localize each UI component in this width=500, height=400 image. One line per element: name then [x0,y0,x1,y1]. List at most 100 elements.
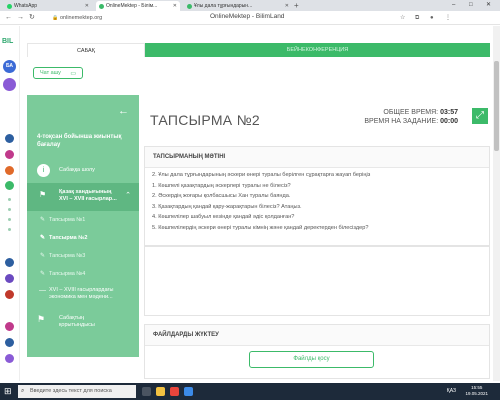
rail-dot [8,228,11,231]
scrollbar-thumb[interactable] [494,61,499,151]
sidebar-item-summary[interactable]: ⚑ Сабақтың қорытындысы [27,311,139,335]
course-icon[interactable] [5,338,14,347]
extensions-icon[interactable]: ⧉ [415,13,419,23]
clock[interactable]: 15:55 19.05.2021 [465,385,488,397]
task-time-value: 00:00 [440,118,458,125]
chat-icon: ▭ [70,71,76,77]
course-icon[interactable] [5,322,14,331]
edit-icon: ✎ [40,217,46,223]
tab-lesson[interactable]: САБАҚ [27,43,145,57]
back-arrow-icon[interactable]: ← [118,105,129,117]
course-icon[interactable] [5,274,14,283]
subitem-label: Тапсырма №1 [49,217,86,223]
profile-icon[interactable]: ● [430,13,434,23]
sidebar-item-label: Қазақ хандығының XVI – XVII ғасырлар... [59,189,117,202]
windows-start-icon[interactable]: ⊞ [4,387,12,396]
windows-taskbar: ⊞ ⌕ Введите здесь текст для поиска ҚАЗ 1… [0,383,500,400]
course-icon[interactable] [5,290,14,299]
bilimland-logo: BIL [2,38,14,45]
browser-tab-task[interactable]: Ұлы дала тұрғындарын... ✕ [184,1,292,11]
page-title: ТАПСЫРМА №2 [150,112,261,128]
sidebar-item-kazakh-khanate[interactable]: ⚑ Қазақ хандығының XVI – XVII ғасырлар..… [27,183,139,211]
tab-title: OnlineMektep - Білім... [106,3,158,9]
close-tab-icon[interactable]: ✕ [173,1,177,11]
close-tab-icon[interactable]: ✕ [85,1,89,11]
sidebar-subitem-task3[interactable]: ✎ Тапсырма №3 [27,247,139,265]
expand-icon: ⤢ [476,110,484,121]
app-icon[interactable] [3,78,16,91]
new-tab-button[interactable]: + [294,0,299,11]
back-arrow-icon[interactable]: ← [5,13,12,23]
minimize-button[interactable]: – [452,0,455,11]
sidebar-item-label: XVI – XVIII ғасырлардағы экономика мен м… [49,287,114,300]
course-icon-active[interactable] [5,181,14,190]
task-time-label: ВРЕМЯ НА ЗАДАНИЕ: [364,118,439,125]
course-icon[interactable] [5,354,14,363]
app-icon[interactable] [184,387,193,396]
task-line: 1. Көшпелі қазақтардың әскерлері туралы … [152,182,291,189]
edit-icon: ✎ [40,271,46,277]
sidebar-subitem-task2[interactable]: ✎ Тапсырма №2 [27,229,139,247]
course-icon[interactable] [5,258,14,267]
chevron-up-icon[interactable]: ⌃ [125,192,131,199]
rail-dot [8,198,11,201]
task-line: 5. Көшпелілердің әскери өнері туралы кім… [152,224,369,231]
lesson-sidebar: ← 4-тоқсан бойынша жиынтық бағалау i Саб… [27,95,139,357]
menu-icon[interactable]: ⋮ [445,13,451,23]
rail-dot [8,208,11,211]
subitem-label: Тапсырма №2 [49,235,88,241]
sidebar-item-label: Сабаққа шолу [59,167,95,173]
star-icon[interactable]: ☆ [400,13,405,23]
chrome-icon[interactable] [170,387,179,396]
course-icon[interactable] [5,134,14,143]
search-icon: ⌕ [21,388,25,394]
task-view-icon[interactable] [142,387,151,396]
total-time-label: ОБЩЕЕ ВРЕМЯ: [383,109,439,116]
forward-arrow-icon[interactable]: → [17,13,24,23]
flag-icon: ⚑ [39,190,47,199]
task-line: 4. Көшпелілер шабуыл кезінде қандай әдіс… [152,214,295,220]
course-icon[interactable] [5,150,14,159]
add-file-button[interactable]: Файлды қосу [249,351,374,368]
taskbar-search-input[interactable]: ⌕ Введите здесь текст для поиска [18,385,136,398]
rail-dot [8,218,11,221]
open-chat-button[interactable]: Чат ашу ▭ [33,67,83,79]
reload-icon[interactable]: ↻ [29,13,35,23]
sidebar-item-economy-culture[interactable]: — XVI – XVIII ғасырлардағы экономика мен… [27,285,139,309]
user-avatar[interactable]: БА [3,60,16,73]
lock-icon: 🔒 [52,15,59,21]
sidebar-subitem-task4[interactable]: ✎ Тапсырма №4 [27,265,139,283]
page-scrollbar[interactable] [493,26,500,381]
total-time-value: 03:57 [440,109,458,116]
subitem-label: Тапсырма №3 [49,253,86,259]
page-title-bar: OnlineMektep - BilimLand [210,13,285,20]
close-tab-icon[interactable]: ✕ [285,1,289,11]
keyboard-language[interactable]: ҚАЗ [447,388,456,394]
whatsapp-icon [7,4,12,9]
answer-textarea[interactable] [144,246,490,316]
task-text: 2. Ұлы дала тұрғындарының әскери өнері т… [152,170,370,233]
tab-title: WhatsApp [14,3,38,9]
tab-video-conference[interactable]: БЕЙНЕКОНФЕРЕНЦИЯ [145,43,490,57]
task-line: 3. Қазақтардың қандай қару-жарақтарын бі… [152,203,302,210]
close-window-button[interactable]: ✕ [486,0,491,11]
timer: ОБЩЕЕ ВРЕМЯ: 03:57 ВРЕМЯ НА ЗАДАНИЕ: 00:… [364,108,458,126]
file-explorer-icon[interactable] [156,387,165,396]
info-icon: i [37,164,50,177]
sidebar-title: 4-тоқсан бойынша жиынтық бағалау [37,134,122,148]
maximize-button[interactable]: □ [469,0,473,11]
chat-label: Чат ашу [40,70,61,76]
task-line: 2. Әскердің жоғары қолбасшысы Хан туралы… [152,193,291,199]
browser-tab-bar: WhatsApp ✕ OnlineMektep - Білім... ✕ Ұлы… [0,0,500,11]
course-icon[interactable] [5,166,14,175]
sidebar-item-overview[interactable]: i Сабаққа шолу [27,161,139,181]
onlinemektep-icon [187,4,192,9]
dash-icon: — [39,287,46,294]
browser-tab-onlinemektep[interactable]: OnlineMektep - Білім... ✕ [96,1,180,11]
fullscreen-button[interactable]: ⤢ [472,108,488,124]
edit-icon: ✎ [40,235,46,241]
subitem-label: Тапсырма №4 [49,271,86,277]
browser-tab-whatsapp[interactable]: WhatsApp ✕ [4,1,92,11]
onlinemektep-icon [99,4,104,9]
sidebar-subitem-task1[interactable]: ✎ Тапсырма №1 [27,211,139,229]
